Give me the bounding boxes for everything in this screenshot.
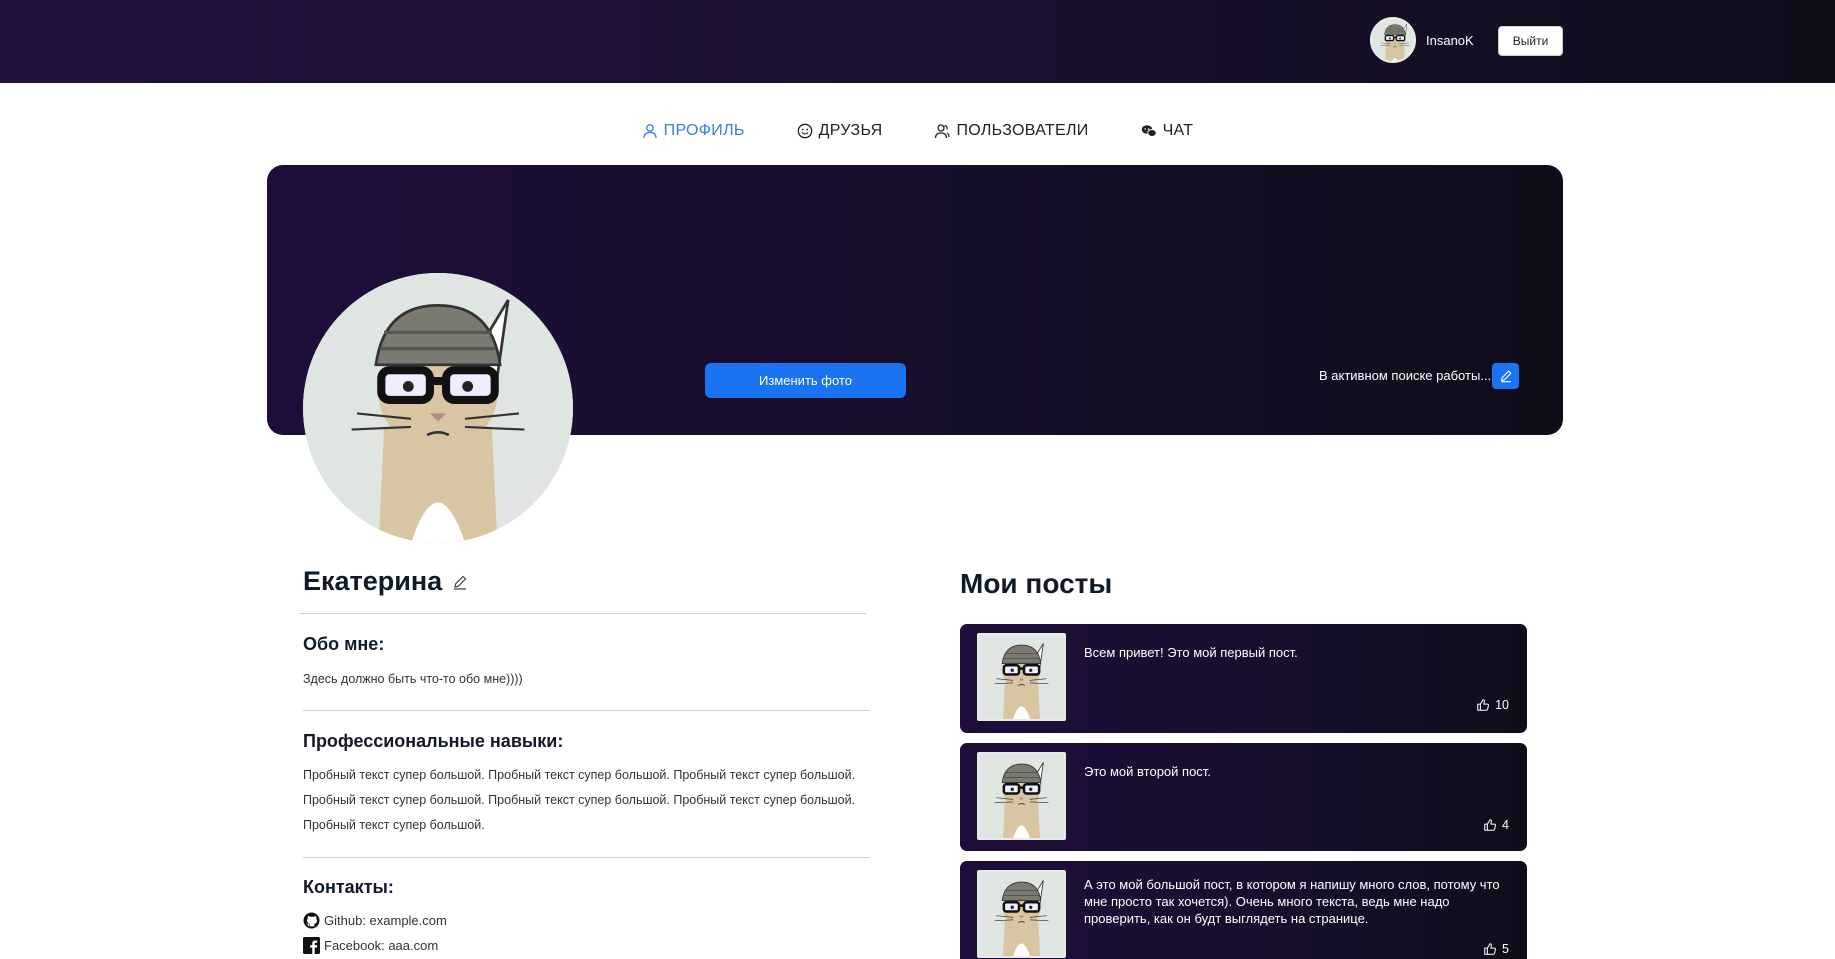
post-card: А это мой большой пост, в котором я напи… — [960, 861, 1527, 959]
smile-icon — [797, 123, 813, 139]
contact-label: Facebook: aaa.com — [324, 938, 439, 953]
edit-profile-icon[interactable] — [452, 574, 468, 590]
post-text: А это мой большой пост, в котором я напи… — [1084, 877, 1500, 926]
user-icon — [642, 124, 657, 139]
github-icon — [303, 912, 320, 929]
thumbs-up-icon — [1476, 698, 1490, 712]
profile-name: Екатерина — [303, 566, 443, 596]
post-author-avatar — [977, 870, 1066, 958]
contact-github[interactable]: Github: example.com — [303, 912, 447, 929]
thumbs-up-icon — [1483, 818, 1497, 832]
like-button[interactable]: 10 — [1476, 698, 1509, 712]
username: InsanoK — [1426, 32, 1474, 48]
post-author-avatar — [977, 752, 1066, 840]
users-icon — [935, 124, 951, 139]
edit-status-button[interactable] — [1492, 363, 1519, 389]
contact-facebook[interactable]: Facebook: aaa.com — [303, 937, 438, 954]
tab-label: ПРОФИЛЬ — [663, 122, 745, 139]
like-button[interactable]: 4 — [1483, 818, 1509, 832]
like-count: 5 — [1502, 942, 1509, 956]
change-photo-button[interactable]: Изменить фото — [705, 363, 906, 398]
post-text: Всем привет! Это мой первый пост. — [1084, 645, 1298, 660]
post-card: Это мой второй пост. 4 — [960, 743, 1527, 851]
post-author-avatar — [977, 633, 1066, 721]
tab-users[interactable]: ПОЛЬЗОВАТЕЛИ — [934, 122, 1088, 140]
post-text: Это мой второй пост. — [1084, 764, 1211, 779]
logout-button[interactable]: Выйти — [1498, 26, 1563, 56]
tab-label: ПОЛЬЗОВАТЕЛИ — [956, 122, 1089, 139]
tab-profile[interactable]: ПРОФИЛЬ — [642, 122, 745, 140]
avatar[interactable] — [1370, 17, 1416, 63]
top-bar: InsanoK Выйти — [0, 0, 1835, 83]
posts-title: Мои посты — [960, 568, 1113, 599]
divider — [300, 613, 866, 614]
profile-avatar — [303, 273, 573, 543]
like-count: 10 — [1495, 698, 1509, 712]
divider — [303, 710, 870, 711]
facebook-icon — [303, 937, 320, 954]
about-title: Обо мне: — [303, 634, 385, 654]
contacts-title: Контакты: — [303, 877, 394, 897]
about-text: Здесь должно быть что-то обо мне)))) — [303, 672, 523, 686]
skills-title: Профессиональные навыки: — [303, 731, 564, 751]
tab-chat[interactable]: ЧАТ — [1141, 122, 1194, 140]
status-text: В активном поиске работы... — [1319, 368, 1492, 383]
like-count: 4 — [1502, 818, 1509, 832]
tab-friends[interactable]: ДРУЗЬЯ — [797, 122, 883, 140]
user-menu[interactable]: InsanoK — [1370, 17, 1488, 63]
main-nav: ПРОФИЛЬ ДРУЗЬЯ ПОЛЬЗОВАТЕЛИ ЧАТ — [0, 122, 1835, 140]
divider — [303, 857, 870, 858]
skills-text: Пробный текст супер большой. Пробный тек… — [303, 768, 856, 832]
tab-label: ЧАТ — [1162, 122, 1194, 139]
contact-label: Github: example.com — [324, 913, 447, 928]
tab-label: ДРУЗЬЯ — [818, 122, 883, 139]
chat-icon — [1141, 125, 1157, 137]
like-button[interactable]: 5 — [1483, 942, 1509, 956]
pencil-icon — [1500, 370, 1512, 383]
post-card: Всем привет! Это мой первый пост. 10 — [960, 624, 1527, 733]
thumbs-up-icon — [1483, 942, 1497, 956]
